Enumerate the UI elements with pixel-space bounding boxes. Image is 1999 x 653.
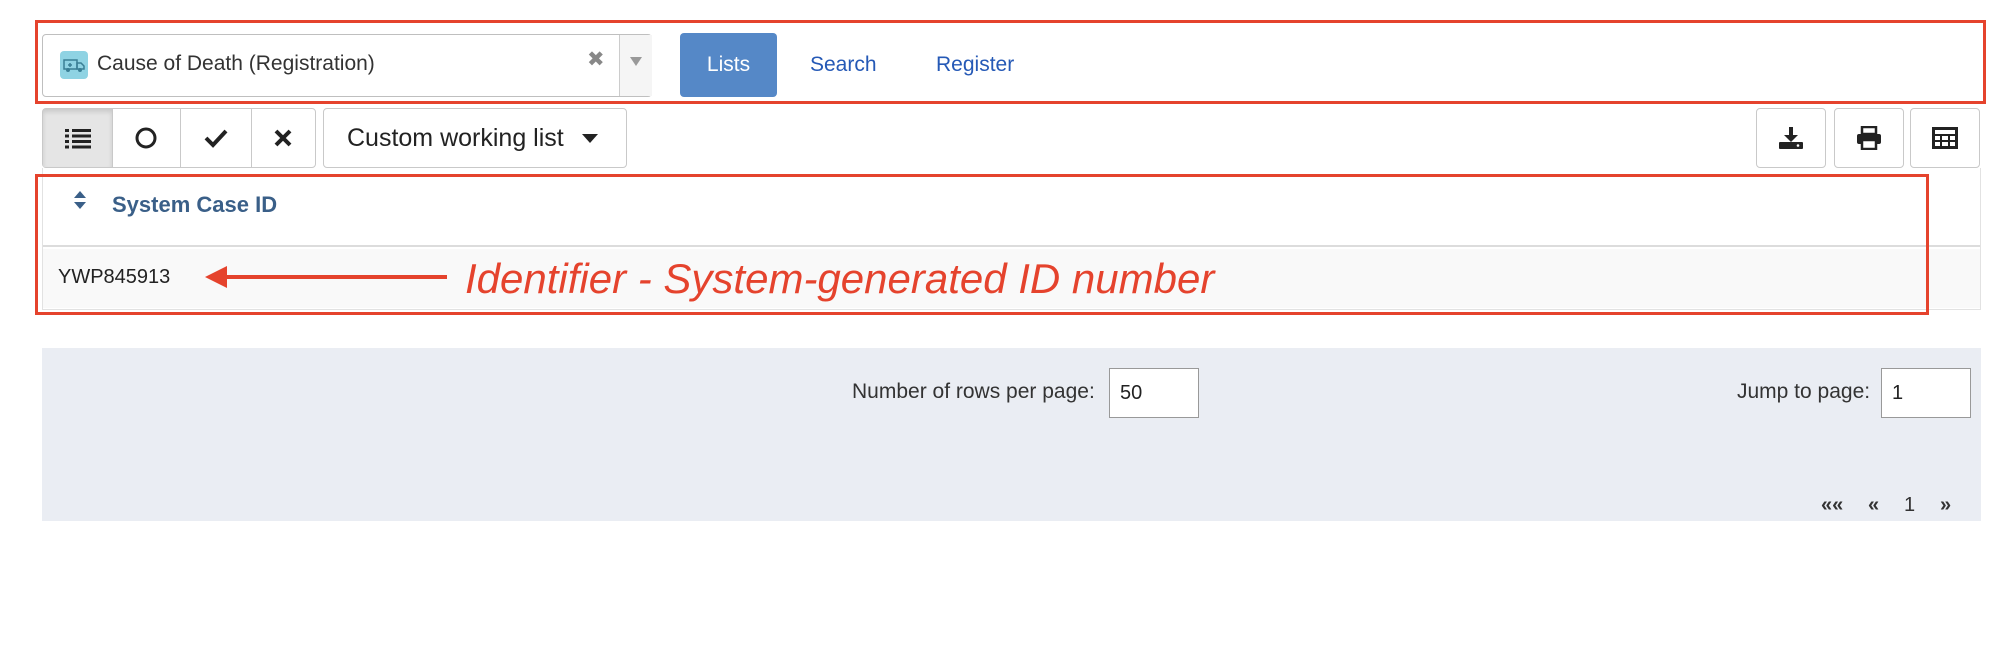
circle-icon <box>135 127 157 149</box>
filter-all-button[interactable] <box>43 109 114 167</box>
annotation-arrowhead <box>205 266 227 288</box>
caret-down-icon <box>581 133 598 143</box>
print-button[interactable] <box>1834 108 1904 168</box>
download-icon <box>1779 127 1803 149</box>
filter-active-button[interactable] <box>113 109 181 167</box>
previous-page-button[interactable]: « <box>1868 494 1879 517</box>
download-button[interactable] <box>1756 108 1826 168</box>
annotation-box-header <box>35 20 1986 104</box>
current-page-number: 1 <box>1904 494 1916 516</box>
list-icon <box>64 129 91 149</box>
rows-per-page-input[interactable]: 50 <box>1109 368 1199 418</box>
rows-per-page-label: Number of rows per page: <box>852 380 1095 403</box>
columns-button[interactable] <box>1910 108 1980 168</box>
check-icon <box>204 129 228 148</box>
working-list-dropdown[interactable]: Custom working list <box>323 108 627 168</box>
working-list-label: Custom working list <box>347 123 564 152</box>
jump-to-page-input[interactable]: 1 <box>1881 368 1971 418</box>
cross-icon <box>274 129 292 147</box>
table-columns-icon <box>1932 127 1958 149</box>
annotation-arrow <box>220 275 447 279</box>
filter-completed-button[interactable] <box>181 109 252 167</box>
annotation-text: Identifier - System-generated ID number <box>465 255 1215 302</box>
print-icon <box>1857 126 1881 150</box>
first-page-button[interactable]: «« <box>1821 494 1843 517</box>
status-filter-group <box>42 108 316 168</box>
pagination-bar: Number of rows per page: 50 Jump to page… <box>42 348 1981 521</box>
jump-to-page-label: Jump to page: <box>1737 380 1871 403</box>
filter-cancelled-button[interactable] <box>252 109 315 167</box>
next-page-button[interactable]: » <box>1940 494 1951 517</box>
